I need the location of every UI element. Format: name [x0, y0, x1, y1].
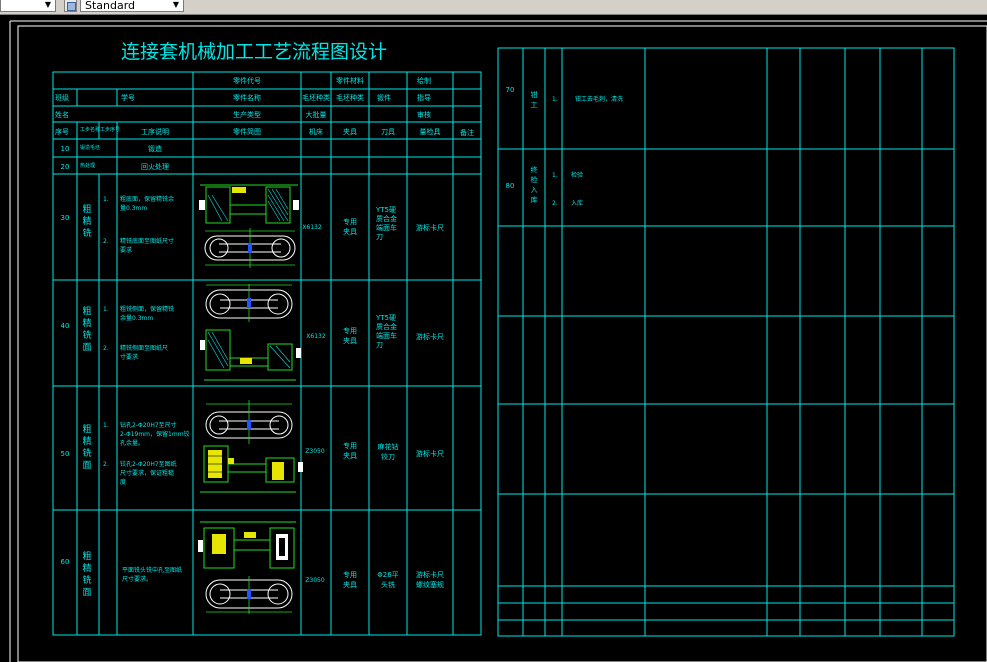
student-no-label: 学号 [121, 93, 135, 102]
row40-step2: 2. [103, 345, 109, 352]
row60-name: 粗精铣面 [82, 550, 91, 598]
row70-name: 钳工 [531, 90, 538, 109]
row80-step2: 2. [552, 200, 558, 207]
row50-machine: Z3050 [305, 448, 325, 455]
layer-combo[interactable]: ▼ [0, 0, 56, 12]
sketch-row60 [198, 521, 296, 614]
row60-fixture: 专用夹具 [343, 570, 357, 589]
row50-gauge: 游标卡尺 [416, 449, 444, 458]
row30-seq: 30 [61, 214, 70, 222]
row50-name: 粗精铣面 [82, 423, 91, 471]
text-style-icon[interactable] [64, 0, 77, 12]
row50-text2: 铰孔2-Φ20H7至图纸尺寸要求，保证粗糙度 [120, 460, 177, 486]
chevron-down-icon[interactable]: ▼ [171, 0, 181, 11]
row40-text2: 精铣侧面至图纸尺寸要求 [120, 344, 168, 361]
production-type-label: 生产类型 [233, 110, 261, 119]
col-sketch: 零件简图 [233, 127, 261, 136]
col-desc: 工序说明 [141, 127, 169, 136]
row40-machine: X6132 [306, 333, 326, 340]
row60-machine: Z3050 [305, 577, 325, 584]
row80-text1: 检验 [571, 171, 583, 179]
mass-prod-label: 大批量 [306, 110, 327, 119]
row30-fixture: 专用夹具 [343, 217, 357, 236]
row80-seq: 80 [506, 182, 515, 190]
blank-type-value: 毛坯种类 [336, 93, 364, 102]
text-style-value: Standard [85, 0, 136, 12]
part-material-label: 零件材料 [336, 76, 364, 85]
text-style-combo[interactable]: Standard ▼ [80, 0, 184, 12]
reviewer-label: 审核 [417, 110, 431, 119]
row30-name: 粗精铣 [82, 203, 91, 239]
part-name-label: 零件名称 [233, 93, 261, 102]
row60-gauge: 游标卡尺螺纹塞规 [416, 570, 444, 589]
name-label: 姓名 [55, 110, 69, 119]
col-machine: 机床 [309, 127, 323, 136]
process-row-50: 50 粗精铣面 1. 2. 钻孔2-Φ20H7至尺寸 2-Φ19mm，保留1mm铰… [61, 421, 444, 486]
row30-step2: 2. [103, 238, 109, 245]
row40-seq: 40 [61, 322, 70, 330]
properties-toolbar: ▼ Standard ▼ [0, 0, 987, 15]
row30-machine: X6132 [302, 224, 322, 231]
row80-text2: 入库 [571, 199, 583, 207]
col-remark: 备注 [460, 128, 474, 137]
row10-desc: 锻造 [148, 144, 162, 153]
row30-step1: 1. [103, 196, 109, 203]
instructor-label: 指导 [417, 93, 431, 102]
row80-step1: 1. [552, 172, 558, 179]
col-fixture: 夹具 [343, 127, 357, 136]
row70-seq: 70 [506, 86, 515, 94]
row70-step1: 1. [552, 96, 558, 103]
row50-text1: 钻孔2-Φ20H7至尺寸 2-Φ19mm，保留1mm铰孔余量。 [120, 421, 190, 447]
row50-step1: 1. [103, 422, 109, 429]
process-table-right [497, 47, 955, 637]
row50-tool: 麻花钻铰刀 [378, 442, 399, 461]
drawing-canvas[interactable]: 连接套机械加工工艺流程图设计 零件代号 零件材料 绘制 班级 学号 零件名称 毛… [0, 15, 987, 662]
col-seq: 序号 [55, 127, 69, 136]
process-row-40: 40 粗精铣面 1. 2. 粗铣侧面，保留精铣余量0.3mm 精铣侧面至图纸尺寸… [61, 305, 444, 361]
col-step-name: 工步名称 [80, 126, 100, 133]
sketch-row50 [200, 400, 303, 493]
col-tool: 刀具 [381, 128, 395, 136]
cad-drawing: 连接套机械加工工艺流程图设计 零件代号 零件材料 绘制 班级 学号 零件名称 毛… [9, 20, 987, 662]
drawn-by-label: 绘制 [417, 76, 431, 85]
row60-tool: Φ26平头铣 [377, 571, 398, 589]
row70-text1: 钳工去毛刺，清洗 [575, 95, 623, 103]
row10-name: 锻造毛坯 [80, 144, 100, 151]
row30-text2: 精铣底面至图纸尺寸要求 [120, 237, 174, 254]
process-row-30: 30 粗精铣 1. 2. 粗底面，保留精铣余量0.3mm 精铣底面至图纸尺寸要求… [61, 195, 444, 254]
row60-seq: 60 [61, 558, 70, 566]
col-gauge: 量检具 [420, 127, 441, 136]
row50-step2: 2. [103, 461, 109, 468]
blank-type-label: 毛坯种类 [302, 93, 330, 102]
row20-desc: 回火处理 [141, 162, 169, 171]
sketch-row30 [199, 184, 299, 268]
row30-tool: YT5硬质合金端面车刀 [375, 206, 397, 241]
row60-text1: 平面铣头铣中孔至图纸尺寸要求。 [122, 566, 182, 583]
forging-label: 锻件 [377, 93, 391, 102]
class-label: 班级 [55, 93, 69, 102]
row50-fixture: 专用夹具 [343, 441, 357, 460]
row20-seq: 20 [61, 163, 70, 171]
part-code-label: 零件代号 [233, 76, 261, 85]
row40-gauge: 游标卡尺 [416, 332, 444, 341]
row40-step1: 1. [103, 306, 109, 313]
sketch-row40 [200, 284, 301, 381]
row80-name: 终检入库 [531, 165, 538, 204]
row40-text1: 粗铣侧面，保留精铣余量0.3mm [120, 305, 174, 322]
row20-name: 热处理 [80, 162, 95, 169]
row40-tool: YT5硬质合金端面车刀 [375, 314, 397, 349]
process-table-left [52, 71, 482, 636]
row10-seq: 10 [61, 145, 70, 153]
process-row-60: 60 粗精铣面 平面铣头铣中孔至图纸尺寸要求。 Z3050 专用夹具 Φ26平头… [61, 550, 444, 598]
row30-text1: 粗底面，保留精铣余量0.3mm [120, 195, 174, 212]
row30-gauge: 游标卡尺 [416, 223, 444, 232]
row50-seq: 50 [61, 450, 70, 458]
chevron-down-icon[interactable]: ▼ [43, 0, 53, 11]
col-sub-step: 工步序号 [100, 126, 120, 133]
row40-name: 粗精铣面 [82, 305, 91, 353]
drawing-title: 连接套机械加工工艺流程图设计 [121, 41, 387, 63]
row40-fixture: 专用夹具 [343, 326, 357, 345]
